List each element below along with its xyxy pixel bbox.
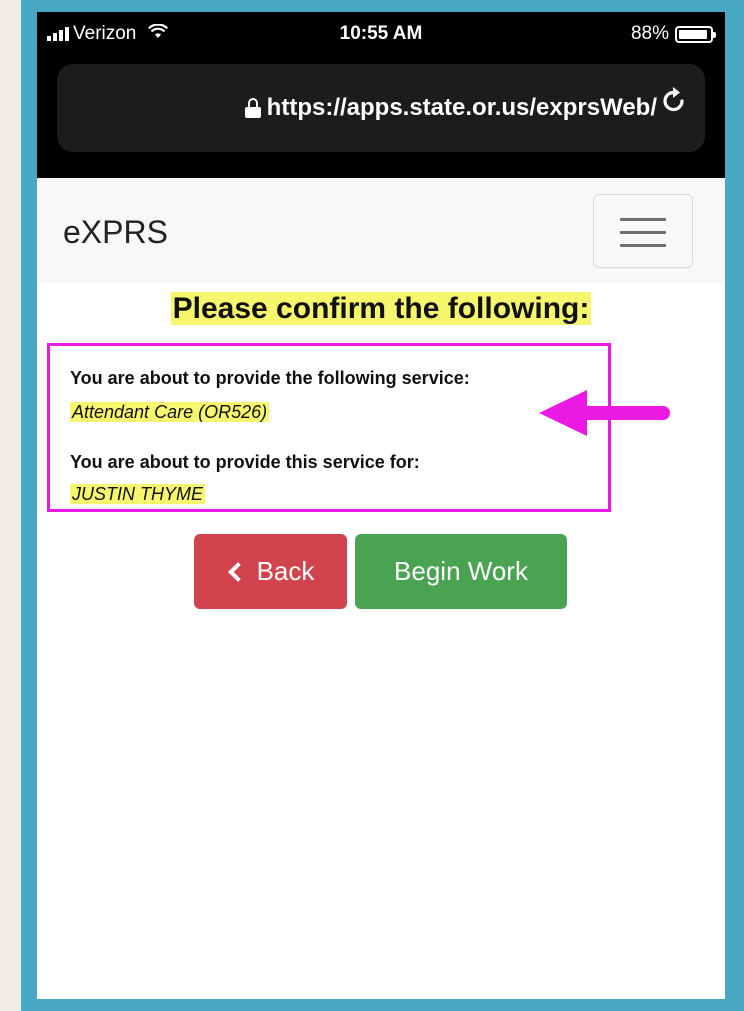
- hamburger-icon: [620, 218, 666, 221]
- battery-percent: 88%: [630, 23, 669, 44]
- menu-toggle-button[interactable]: [593, 194, 693, 268]
- reload-icon[interactable]: [661, 86, 687, 122]
- url-display[interactable]: https://apps.state.or.us/exprsWeb/: [57, 64, 657, 152]
- browser-chrome: https://apps.state.or.us/exprsWeb/: [37, 56, 725, 178]
- service-label: You are about to provide the following s…: [70, 368, 470, 388]
- brand-title[interactable]: eXPRS: [63, 214, 168, 251]
- chevron-left-icon: [227, 561, 248, 582]
- battery-status: 88%: [630, 23, 716, 45]
- address-bar[interactable]: https://apps.state.or.us/exprsWeb/: [57, 64, 705, 152]
- begin-work-button[interactable]: Begin Work: [355, 534, 567, 609]
- app-navbar: eXPRS: [37, 178, 725, 283]
- url-text: https://apps.state.or.us/exprsWeb/: [266, 94, 657, 121]
- battery-icon: [675, 25, 716, 43]
- page-heading: Please confirm the following:: [170, 292, 592, 325]
- lock-icon: [244, 98, 261, 118]
- status-bar: Verizon 10:55 AM 88%: [37, 12, 725, 56]
- arrow-left-icon: [539, 390, 670, 436]
- device-frame: Verizon 10:55 AM 88% https://apps.state.…: [21, 0, 744, 1011]
- client-value: JUSTIN THYME: [70, 484, 206, 504]
- client-label: You are about to provide this service fo…: [70, 452, 420, 472]
- status-time: 10:55 AM: [339, 23, 423, 44]
- back-button[interactable]: Back: [194, 534, 347, 609]
- phone-screen: Verizon 10:55 AM 88% https://apps.state.…: [37, 12, 725, 999]
- service-value: Attendant Care (OR526): [70, 402, 270, 422]
